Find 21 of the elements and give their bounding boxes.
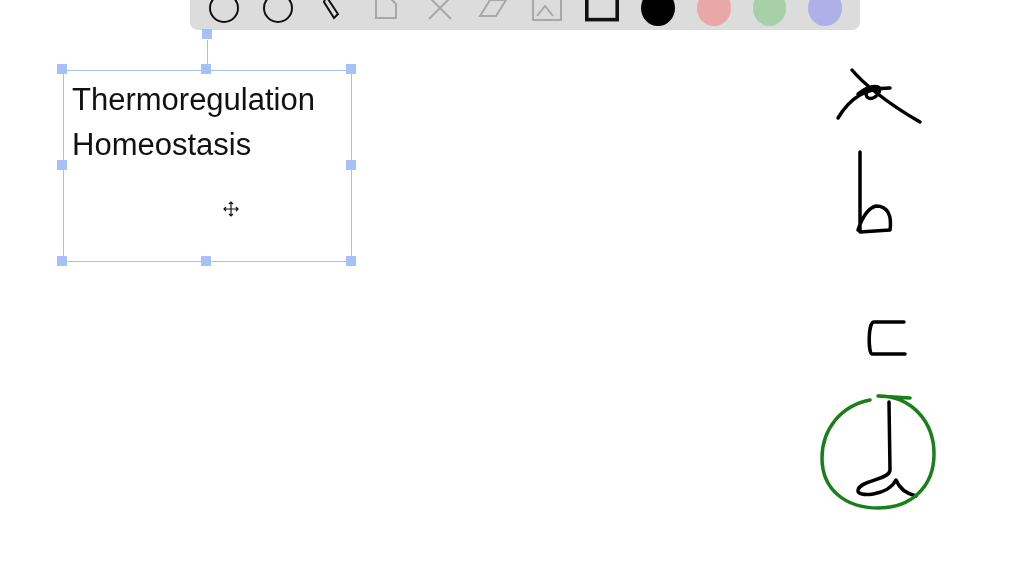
resize-handle[interactable] <box>201 256 211 266</box>
resize-handle[interactable] <box>57 256 67 266</box>
resize-handle[interactable] <box>346 64 356 74</box>
handle-line <box>207 40 208 64</box>
close-icon <box>426 0 453 21</box>
color-swatch[interactable] <box>641 0 675 26</box>
resize-handle[interactable] <box>346 256 356 266</box>
text-box[interactable]: Thermoregulation Homeostasis <box>63 70 352 262</box>
image-icon <box>531 0 564 22</box>
color-swatch[interactable] <box>752 0 787 26</box>
pen-icon <box>321 0 342 22</box>
resize-handle[interactable] <box>346 160 356 170</box>
color-swatch[interactable] <box>696 0 731 26</box>
resize-handle[interactable] <box>57 160 67 170</box>
rotate-handle[interactable] <box>202 29 212 39</box>
resize-handle[interactable] <box>201 64 211 74</box>
text-line: Thermoregulation <box>72 81 316 119</box>
color-swatch[interactable] <box>808 0 842 26</box>
text-line: Homeostasis <box>72 126 253 164</box>
move-cursor-icon <box>223 201 239 217</box>
resize-handle[interactable] <box>57 64 67 74</box>
